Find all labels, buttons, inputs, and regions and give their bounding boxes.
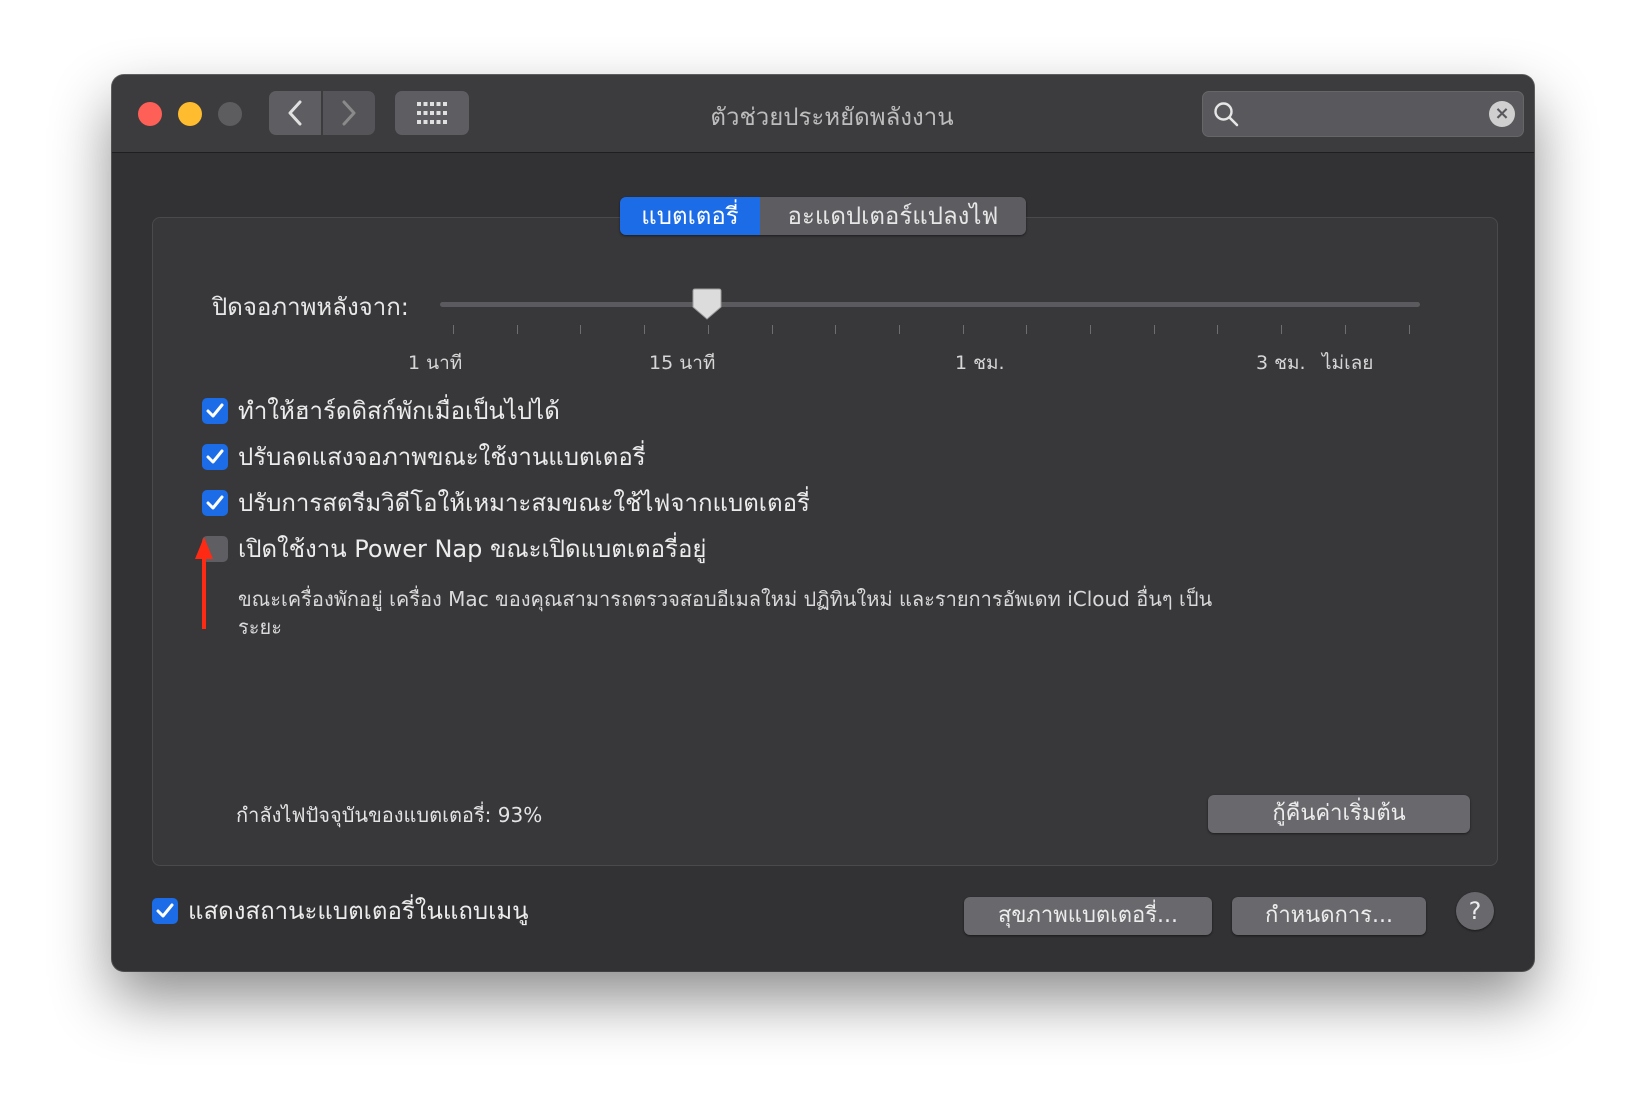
slider-tick: [835, 325, 837, 334]
slider-tick: [453, 325, 454, 334]
slider-tick: [516, 325, 518, 334]
schedule-button[interactable]: กำหนดการ...: [1232, 897, 1426, 935]
zoom-button[interactable]: [218, 102, 242, 126]
option-dim-display[interactable]: ปรับลดแสงจอภาพขณะใช้งานแบตเตอรี่: [202, 437, 646, 476]
tick-label-15-min: 15 นาที: [649, 352, 716, 374]
checkmark-icon: [156, 903, 174, 917]
checkbox-show-battery-status[interactable]: [152, 897, 178, 924]
search-field[interactable]: ×: [1202, 91, 1524, 137]
close-button[interactable]: [138, 102, 162, 126]
power-nap-description: ขณะเครื่องพักอยู่ เครื่อง Mac ของคุณสามา…: [238, 587, 1213, 639]
slider-tick: [707, 325, 709, 334]
tab-power-adapter[interactable]: อะแดปเตอร์แปลงไฟ: [760, 197, 1026, 235]
checkbox-dim-display[interactable]: [202, 443, 228, 470]
option-hard-disk-sleep[interactable]: ทำให้ฮาร์ดดิสก์พักเมื่อเป็นไปได้: [202, 391, 560, 430]
slider-tick: [1408, 325, 1410, 334]
slider-tick: [771, 325, 773, 334]
grid-icon: [417, 102, 447, 124]
tick-label-1-min: 1 นาที: [408, 352, 463, 374]
checkmark-icon: [206, 495, 224, 509]
energy-saver-window: ตัวช่วยประหยัดพลังงาน × แบตเตอรี่ อะแดปเ…: [112, 75, 1534, 971]
battery-level-text: กำลังไฟปัจจุบันของแบตเตอรี่: 93%: [236, 803, 543, 827]
slider-tick: [962, 325, 964, 334]
slider-tick: [644, 325, 646, 334]
option-power-nap[interactable]: เปิดใช้งาน Power Nap ขณะเปิดแบตเตอรี่อยู…: [202, 529, 706, 568]
annotation-arrow-icon: [195, 537, 213, 629]
slider-knob[interactable]: [690, 287, 724, 321]
slider-tick: [1153, 325, 1155, 334]
restore-defaults-button[interactable]: กู้คืนค่าเริ่มต้น: [1208, 795, 1470, 833]
help-button[interactable]: ?: [1456, 892, 1494, 930]
search-icon: [1214, 102, 1239, 127]
slider-tick: [1217, 325, 1219, 334]
battery-health-button[interactable]: สุขภาพแบตเตอรี่...: [964, 897, 1212, 935]
show-all-button[interactable]: [395, 91, 469, 135]
checkmark-icon: [206, 449, 224, 463]
chevron-left-icon: [288, 100, 302, 126]
slider-tick: [1281, 325, 1283, 334]
checkbox-hard-disk-sleep[interactable]: [202, 397, 228, 424]
minimize-button[interactable]: [178, 102, 202, 126]
search-input[interactable]: [1247, 98, 1481, 130]
slider-tick: [1026, 325, 1028, 334]
chevron-right-icon: [342, 100, 356, 126]
tab-battery[interactable]: แบตเตอรี่: [620, 197, 760, 235]
option-label: เปิดใช้งาน Power Nap ขณะเปิดแบตเตอรี่อยู…: [238, 535, 707, 563]
tab-bar: แบตเตอรี่ อะแดปเตอร์แปลงไฟ: [620, 197, 1026, 235]
option-video-streaming[interactable]: ปรับการสตรีมวิดีโอให้เหมาะสมขณะใช้ไฟจากแ…: [202, 483, 810, 522]
slider-tick: [580, 325, 582, 334]
option-show-battery-status[interactable]: แสดงสถานะแบตเตอรี่ในแถบเมนู: [152, 891, 529, 930]
tick-label-never: ไม่เลย: [1322, 352, 1374, 374]
slider-tick: [898, 325, 900, 334]
display-sleep-slider[interactable]: [440, 302, 1420, 307]
tick-label-3-hr: 3 ชม.: [1256, 352, 1306, 374]
forward-button[interactable]: [323, 91, 375, 135]
option-label: ทำให้ฮาร์ดดิสก์พักเมื่อเป็นไปได้: [238, 397, 560, 425]
checkbox-video-streaming[interactable]: [202, 489, 228, 516]
slider-tick: [1344, 325, 1346, 334]
title-bar: ตัวช่วยประหยัดพลังงาน ×: [112, 75, 1534, 153]
window-title: ตัวช่วยประหยัดพลังงาน: [710, 103, 954, 131]
option-label: ปรับการสตรีมวิดีโอให้เหมาะสมขณะใช้ไฟจากแ…: [238, 489, 810, 517]
clear-search-icon[interactable]: ×: [1489, 101, 1515, 127]
display-sleep-label: ปิดจอภาพหลังจาก:: [212, 293, 409, 321]
option-label: ปรับลดแสงจอภาพขณะใช้งานแบตเตอรี่: [238, 443, 646, 471]
option-label: แสดงสถานะแบตเตอรี่ในแถบเมนู: [188, 897, 529, 925]
checkmark-icon: [206, 403, 224, 417]
slider-tick: [1090, 325, 1091, 334]
back-button[interactable]: [269, 91, 321, 135]
tick-label-1-hr: 1 ชม.: [955, 352, 1005, 374]
